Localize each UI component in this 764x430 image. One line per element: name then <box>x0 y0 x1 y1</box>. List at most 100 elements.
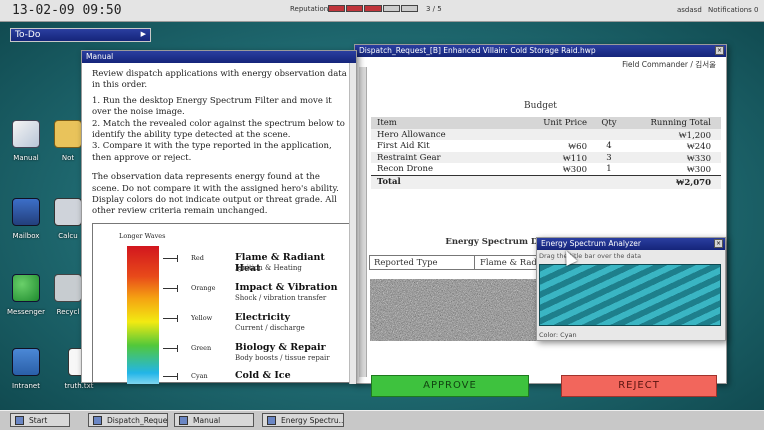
close-icon[interactable]: × <box>715 46 724 55</box>
desktop-icon-intranet[interactable]: Intranet <box>3 348 49 390</box>
reputation-segment <box>364 5 382 12</box>
spectrum-color: Cyan <box>191 372 208 380</box>
user-name: asdasd <box>677 6 702 14</box>
start-button[interactable]: Start <box>10 413 70 427</box>
desktop-icon-label: Intranet <box>12 382 40 390</box>
analyzer-hint: Drag the title bar over the data <box>539 252 642 260</box>
row-price: ₩300 <box>562 165 587 176</box>
total-label: Total <box>377 176 401 187</box>
desktop-icon-label: Not <box>61 154 75 162</box>
desktop-icon-label: Manual <box>13 154 39 162</box>
budget-table: Item Unit Price Qty Running Total Hero A… <box>371 117 721 189</box>
taskbar-item-dispatch[interactable]: Dispatch_Reque... <box>88 413 168 427</box>
field-commander: Field Commander / 김서울 <box>622 60 716 69</box>
spectrum-tick-mark <box>177 345 178 352</box>
calculator-icon <box>54 198 82 226</box>
book-icon <box>179 416 188 425</box>
spectrum-chart: Longer Waves Red Flame & Radiant Heat Igni… <box>92 223 354 384</box>
manual-note: The observation data represents energy f… <box>92 172 339 217</box>
desktop-icon-label: Calcu <box>58 232 78 240</box>
reputation-label: Reputation <box>290 5 329 13</box>
dispatch-titlebar[interactable]: Dispatch_Request_[B] Enhanced Villain: C… <box>355 45 726 57</box>
taskbar-item-manual[interactable]: Manual <box>174 413 254 427</box>
desktop-icon-label: Messenger <box>6 308 45 316</box>
reported-type-label: Reported Type <box>374 258 438 268</box>
manual-body: Review dispatch applications with energy… <box>82 63 356 218</box>
noise-image <box>370 279 536 341</box>
desktop-icon-messenger[interactable]: Messenger <box>3 274 49 316</box>
spectrum-tick-mark <box>177 255 178 262</box>
mailbox-icon <box>12 198 40 226</box>
dispatch-title: Dispatch_Request_[B] Enhanced Villain: C… <box>359 46 596 55</box>
spectrum-entry: Yellow Electricity Current / discharge <box>163 312 353 332</box>
budget-row: First Aid Kit ₩60 4 ₩240 <box>371 140 721 152</box>
row-running-total: ₩300 <box>686 165 711 176</box>
spectrum-ability: Electricity <box>235 312 290 323</box>
header-item: Item <box>377 118 397 128</box>
budget-total-row: Total ₩2,070 <box>371 174 721 189</box>
row-item: Hero Allowance <box>377 129 446 140</box>
spectrum-tick <box>163 258 177 259</box>
spectrum-ability-desc: Current / discharge <box>235 324 305 332</box>
manual-window: Manual Review dispatch applications with… <box>81 50 357 384</box>
reputation-segment <box>328 5 346 12</box>
row-running-total: ₩1,200 <box>678 130 711 141</box>
book-icon <box>12 120 40 148</box>
todo-dropdown[interactable]: To-Do ▶ <box>10 28 151 42</box>
spectrum-ability-desc: Body boosts / tissue repair <box>235 354 330 362</box>
row-qty: 4 <box>606 141 612 152</box>
start-label: Start <box>29 416 48 425</box>
top-status-bar: 13-02-09 09:50 Reputation 3 / 5 asdasd N… <box>0 0 764 22</box>
people-icon <box>12 274 40 302</box>
analyzer-color-readout: Color: Cyan <box>539 331 577 339</box>
spectrum-tick-mark <box>177 373 178 380</box>
spectrum-tick <box>163 288 177 289</box>
spectrum-icon <box>267 416 276 425</box>
column-divider <box>474 256 475 269</box>
reject-button[interactable]: REJECT <box>561 375 717 397</box>
row-item: Recon Drone <box>377 164 433 175</box>
dispatch-scrollbar[interactable] <box>359 67 367 377</box>
spectrum-entry: Red Flame & Radiant Heat Ignition & Heatin… <box>163 252 353 274</box>
reputation-segment <box>346 5 364 12</box>
spectrum-tick-mark <box>177 315 178 322</box>
triangle-right-icon: ▶ <box>140 30 146 38</box>
computer-icon <box>12 348 40 376</box>
analyzer-filter-view <box>539 264 721 326</box>
spectrum-tick <box>163 318 177 319</box>
spectrum-gradient-bar <box>127 246 159 384</box>
analyzer-titlebar[interactable]: Energy Spectrum Analyzer × <box>537 238 725 250</box>
manual-scrollbar[interactable] <box>349 63 356 384</box>
taskbar-item-label: Manual <box>193 416 221 425</box>
row-qty: 1 <box>606 164 612 175</box>
spectrum-ability-desc: Shock / vibration transfer <box>235 294 327 302</box>
spectrum-tick <box>163 376 177 377</box>
reputation-count: 3 / 5 <box>426 5 442 13</box>
taskbar-item-analyzer[interactable]: Energy Spectru... <box>262 413 344 427</box>
budget-header: Item Unit Price Qty Running Total <box>371 117 721 129</box>
desktop-icon-mailbox[interactable]: Mailbox <box>3 198 49 240</box>
reputation-meter <box>328 5 419 12</box>
desktop-icon-manual[interactable]: Manual <box>3 120 49 162</box>
spectrum-tick-mark <box>177 285 178 292</box>
manual-titlebar[interactable]: Manual <box>82 51 356 63</box>
notifications-button[interactable]: Notifications 0 <box>708 6 759 14</box>
budget-row: Recon Drone ₩300 1 ₩300 <box>371 163 721 175</box>
recycle-bin-icon <box>54 274 82 302</box>
approve-button[interactable]: APPROVE <box>371 375 529 397</box>
spectrum-ability-desc: Ignition & Heating <box>235 264 302 272</box>
manual-step-1: 1. Run the desktop Energy Spectrum Filte… <box>92 95 332 118</box>
document-icon <box>93 416 102 425</box>
spectrum-entry: Cyan Cold & Ice <box>163 370 353 390</box>
header-running-total: Running Total <box>650 118 712 128</box>
row-item: First Aid Kit <box>377 141 430 152</box>
close-icon[interactable]: × <box>714 239 723 248</box>
todo-label: To-Do <box>15 30 41 40</box>
desktop-icon-label: Mailbox <box>12 232 40 240</box>
spectrum-color: Green <box>191 344 212 352</box>
spectrum-tick <box>163 348 177 349</box>
reported-type-value: Flame & Radia <box>480 258 545 268</box>
spectrum-entry: Green Biology & Repair Body boosts / tissu… <box>163 342 353 362</box>
row-running-total: ₩240 <box>686 142 711 153</box>
reputation-segment <box>382 5 400 12</box>
